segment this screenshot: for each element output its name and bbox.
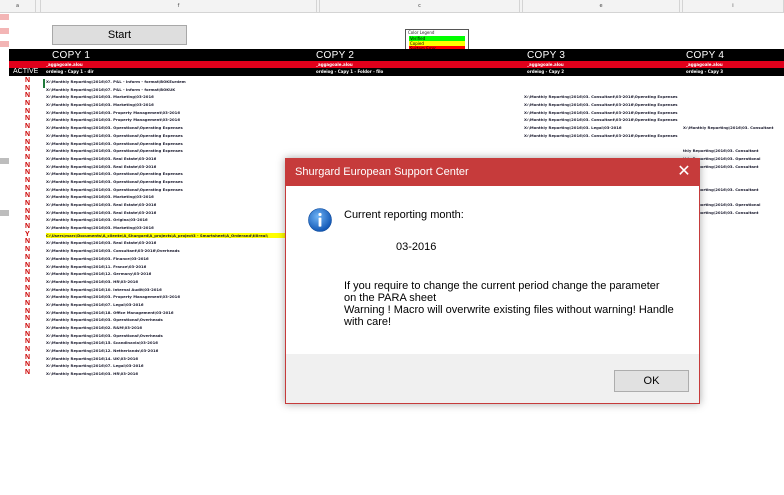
copy-2-dir-header: ordeiog - Capy 1 - Foldor - filo (316, 69, 384, 74)
copy-4-subheader: _aggagoale.alou (686, 62, 723, 67)
column-headers: a f c e i (0, 0, 784, 13)
path-cell[interactable]: X:\Monthly Reporting\2016\14. UK\03-2016 (46, 356, 138, 361)
active-header: ACTIVE (13, 68, 39, 75)
table-row[interactable]: N X:\Monthly Reporting\2016\03. Operation… (0, 139, 784, 148)
copy-3-subheader: _aggagoale.alou (527, 62, 564, 67)
path-cell[interactable]: X:\Monthly Reporting\2016\03. Real Estat… (46, 210, 156, 215)
path-cell[interactable]: X:\Monthly Reporting\2016\03. Real Estat… (46, 156, 156, 161)
copy-2-header: COPY 2 (316, 50, 355, 61)
path-cell[interactable]: X:\Monthly Reporting\2016\03. Marketing\… (46, 102, 154, 107)
path-cell[interactable]: X:\Monthly Reporting\2016\03. Consultant… (524, 133, 678, 138)
row-marker (0, 41, 9, 47)
path-cell[interactable]: X:\Monthly Reporting\2016\03. Real Estat… (46, 240, 156, 245)
path-cell[interactable]: X:\Monthly Reporting\2016\07. Legal\03-2… (46, 302, 144, 307)
path-cell[interactable]: X:\Monthly Reporting\2016\07. P&L - Info… (46, 87, 175, 92)
column-header[interactable]: f (41, 0, 317, 12)
path-cell[interactable]: X:\Monthly Reporting\2016\03. Operationa… (46, 179, 183, 184)
reporting-month-value: 03-2016 (396, 241, 437, 253)
path-cell[interactable]: X:\Monthly Reporting\2016\03. Marketing\… (46, 225, 154, 230)
path-cell[interactable]: X:\Monthly Reporting\2016\03. HR\03-2016 (46, 371, 138, 376)
copy-4-dir-header: ordeiog - Capy 3 (686, 69, 724, 74)
copy-1-dir-header: ordeiog - Capy 1 - dir (46, 69, 94, 74)
dialog-titlebar[interactable]: Shurgard European Support Center ✕ (286, 159, 699, 186)
reporting-month-label: Current reporting month: (344, 209, 464, 221)
path-cell[interactable]: X:\Monthly Reporting\2016\03. Operationa… (46, 125, 183, 130)
header-band-2 (9, 68, 784, 76)
copy-1-header: COPY 1 (52, 50, 91, 61)
path-cell[interactable]: X:\Monthly Reporting\2016\07. Legal\03-2… (46, 363, 144, 368)
table-row[interactable]: N X:\Monthly Reporting\2016\07. P&L - Inf… (0, 77, 784, 86)
status-flag[interactable]: N (25, 369, 35, 377)
path-cell[interactable]: X:\Monthly Reporting\2016\11. France\03-… (46, 264, 146, 269)
path-cell[interactable]: X:\Monthly Reporting\2016\03. Property M… (46, 117, 180, 122)
column-header[interactable]: c (320, 0, 520, 12)
table-row[interactable]: N X:\Monthly Reporting\2016\03. Operation… (0, 123, 784, 132)
path-cell[interactable]: X:\Monthly Reporting\2016\03. Operationa… (46, 187, 183, 192)
path-cell[interactable]: X:\Monthly Reporting\2016\03. Operationa… (46, 317, 163, 322)
row-marker (0, 14, 9, 20)
path-cell[interactable]: X:\Monthly Reporting\2016\03. Consultant… (46, 248, 180, 253)
copy-3-dir-header: ordeiog - Capy 2 (527, 69, 565, 74)
column-header[interactable]: i (683, 0, 784, 12)
path-cell[interactable]: thly Reporting\2016\03. Consultant (683, 148, 784, 153)
copy-4-header: COPY 4 (686, 50, 725, 61)
path-cell[interactable]: X:\Monthly Reporting\2016\12. Germany\03… (46, 271, 151, 276)
table-row[interactable]: N X:\Monthly Reporting\2016\07. P&L - Inf… (0, 85, 784, 94)
path-cell[interactable]: X:\Monthly Reporting\2016\03. Real Estat… (46, 164, 156, 169)
path-cell[interactable]: X:\Monthly Reporting\2016\03. Operationa… (46, 148, 183, 153)
path-cell[interactable]: X:\Monthly Reporting\2016\12. Netherland… (46, 348, 158, 353)
path-cell[interactable]: X:\Monthly Reporting\2016\03. HR\03-2016 (46, 279, 138, 284)
table-row[interactable]: N X:\Monthly Reporting\2016\03. Operation… (0, 146, 784, 155)
header-red-band (9, 61, 784, 68)
row-marker (0, 28, 9, 34)
path-cell[interactable]: X:\Monthly Reporting\2016\03. Finance\03… (46, 256, 149, 261)
table-row[interactable]: N X:\Monthly Reporting\2016\03. Marketing… (0, 92, 784, 101)
path-cell[interactable]: X:\Monthly Reporting\2016\03. Consultant… (524, 117, 678, 122)
path-cell[interactable]: X:\Monthly Reporting\2016\03. Consultant (683, 125, 784, 130)
ok-button[interactable]: OK (614, 370, 689, 392)
dialog-body: Current reporting month: 03-2016 If you … (286, 186, 699, 354)
column-header[interactable]: e (523, 0, 680, 12)
close-icon[interactable]: ✕ (673, 162, 695, 182)
start-button[interactable]: Start (52, 25, 187, 45)
path-cell[interactable]: X:\Monthly Reporting\2016\03. Property M… (46, 110, 180, 115)
path-cell[interactable]: X:\Monthly Reporting\2016\03. Marketing\… (46, 94, 154, 99)
path-cell[interactable]: X:\Monthly Reporting\2016\03. Operationa… (46, 133, 183, 138)
path-cell[interactable]: X:\Monthly Reporting\2016\03. Legal\03-2… (524, 125, 622, 130)
column-header[interactable]: a (0, 0, 36, 12)
header-band (9, 49, 784, 61)
info-icon (308, 208, 332, 232)
table-row[interactable]: N X:\Monthly Reporting\2016\03. Marketing… (0, 100, 784, 109)
message-dialog: Shurgard European Support Center ✕ Curre… (285, 158, 700, 404)
path-cell[interactable]: X:\Monthly Reporting\2016\03. Operationa… (46, 333, 163, 338)
path-cell[interactable]: X:\Monthly Reporting\2016\15. Scandinavi… (46, 340, 158, 345)
path-cell[interactable]: X:\Monthly Reporting\2016\03. Consultant… (524, 102, 678, 107)
dialog-title: Shurgard European Support Center (295, 166, 469, 178)
path-cell[interactable]: X:\Monthly Reporting\2016\03. Origina\03… (46, 217, 148, 222)
path-cell[interactable]: X:\Monthly Reporting\2016\03. Property M… (46, 294, 180, 299)
path-cell[interactable]: X:\Monthly Reporting\2016\03. Consultant… (524, 110, 678, 115)
dialog-message: If you require to change the current per… (344, 280, 674, 328)
path-cell[interactable]: X:\Monthly Reporting\2016\03. Marketing\… (46, 194, 154, 199)
table-row[interactable]: N X:\Monthly Reporting\2016\03. Property … (0, 115, 784, 124)
path-cell[interactable]: X:\Monthly Reporting\2016\03. Real Estat… (46, 202, 156, 207)
path-cell[interactable]: X:\Monthly Reporting\2016\07. P&L - Info… (46, 79, 186, 84)
path-cell[interactable]: X:\Monthly Reporting\2016\03. Consultant… (524, 94, 678, 99)
path-cell[interactable]: X:\Monthly Reporting\2016\03. Operationa… (46, 171, 183, 176)
copy-3-header: COPY 3 (527, 50, 566, 61)
path-cell[interactable]: C:\Users\marc\Documents\A_cliente\A_Shur… (46, 232, 296, 238)
copy-2-subheader: _aggagoale.alou (316, 62, 353, 67)
path-cell[interactable]: X:\Monthly Reporting\2016\18. Office Man… (46, 310, 174, 315)
path-cell[interactable]: X:\Monthly Reporting\2016\02. R&M\03-201… (46, 325, 142, 330)
path-cell[interactable]: X:\Monthly Reporting\2016\10. Internal A… (46, 287, 162, 292)
path-cell[interactable]: X:\Monthly Reporting\2016\03. Operationa… (46, 141, 183, 146)
copy-1-subheader: _aggagoale.alou (46, 62, 83, 67)
table-row[interactable]: N X:\Monthly Reporting\2016\03. Property … (0, 108, 784, 117)
table-row[interactable]: N X:\Monthly Reporting\2016\03. Operation… (0, 131, 784, 140)
